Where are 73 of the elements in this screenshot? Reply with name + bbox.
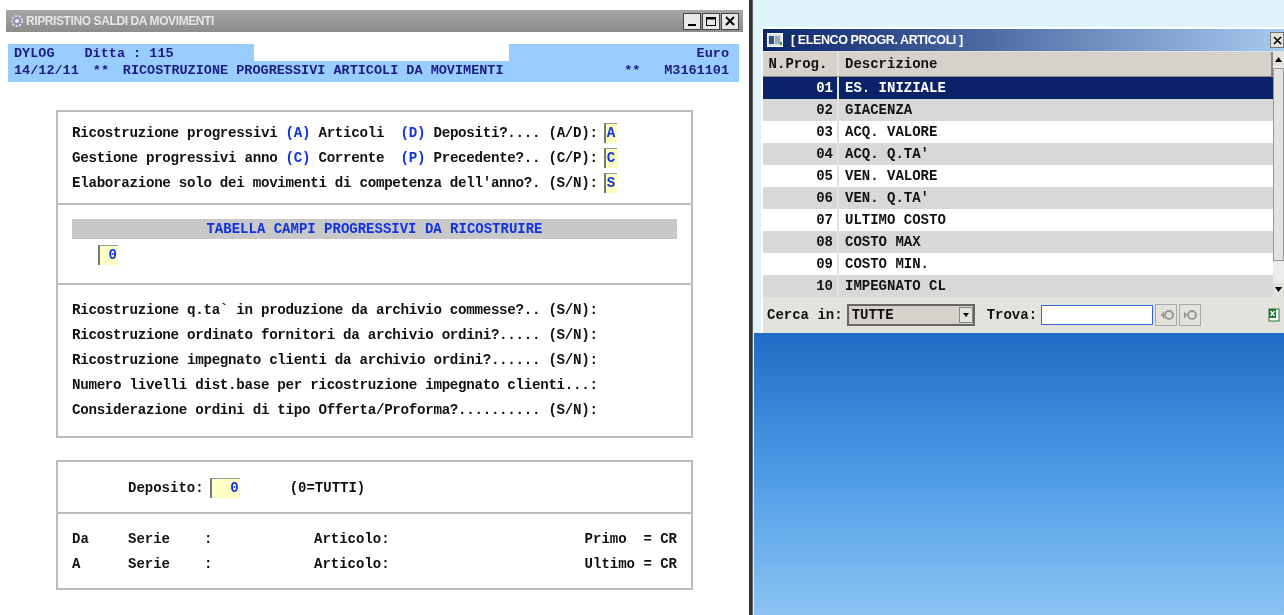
date-label: 14/12/11 xyxy=(14,63,79,78)
magnifier-icon xyxy=(1182,307,1198,323)
colon-label: : xyxy=(204,555,214,572)
table-cell-text: IMPEGNATO CL xyxy=(844,277,947,296)
shortcut-note: Ultimo = CR xyxy=(584,555,677,572)
table-row[interactable]: 04 ACQ. Q.TA' xyxy=(763,143,1273,165)
program-title: RICOSTRUZIONE PROGRESSIVI ARTICOLI DA MOVIMENTI xyxy=(122,63,505,78)
table-row[interactable]: 02 GIACENZA xyxy=(763,99,1273,121)
table-heading: TABELLA CAMPI PROGRESSIVI DA RICOSTRUIRE xyxy=(72,219,677,239)
question-label: Ricostruzione ordinato fornitori da archivio ordini?..... (S/N): xyxy=(72,325,599,345)
table-cell-text: COSTO MAX xyxy=(844,233,922,252)
option-label: Ricostruzione progressivi (A) Articoli (D) Depositi?.... (A/D): xyxy=(72,124,598,141)
series-label: Serie xyxy=(128,555,171,572)
dialog-title: [ ELENCO PROGR. ARTICOLI ] xyxy=(791,33,963,47)
maximize-button[interactable] xyxy=(702,12,720,30)
table-cell-text: ACQ. Q.TA' xyxy=(844,145,930,164)
close-icon xyxy=(725,16,735,26)
table-cell-text: ULTIMO COSTO xyxy=(844,211,947,230)
deposit-label: Deposito: xyxy=(128,480,204,496)
table-cell-text: COSTO MIN. xyxy=(844,255,930,274)
maximize-icon xyxy=(706,16,716,26)
table-row[interactable]: 10 IMPEGNATO CL xyxy=(763,275,1273,297)
hint-text: (0=TUTTI) xyxy=(289,480,366,496)
input-field[interactable]: 0 xyxy=(209,478,240,498)
option-label: Elaborazione solo dei movimenti di competenza dell'anno?. (S/N): xyxy=(72,174,598,191)
table-cell-text: ACQ. VALORE xyxy=(844,123,939,142)
table-row[interactable]: 06 VEN. Q.TA' xyxy=(763,187,1273,209)
article-label: Articolo: xyxy=(314,555,391,572)
company-label: DYLOG xyxy=(14,46,55,61)
window-title: RIPRISTINO SALDI DA MOVIMENTI xyxy=(26,14,214,28)
table-cell-text: ES. INIZIALE xyxy=(844,79,947,98)
spreadsheet-icon xyxy=(1268,307,1280,323)
question-label: Ricostruzione impegnato clienti da archivio ordini?...... (S/N): xyxy=(72,350,599,370)
shortcut-note: Primo = CR xyxy=(584,530,677,547)
table-cell: 10 xyxy=(763,275,839,297)
table-cell-text: VEN. VALORE xyxy=(844,167,939,186)
gear-icon xyxy=(10,14,24,28)
close-icon xyxy=(1271,34,1283,46)
input-field[interactable]: C xyxy=(603,147,617,168)
header-mark: ** xyxy=(92,63,110,78)
input-field[interactable]: 0 xyxy=(98,245,118,265)
article-label: Articolo: xyxy=(314,530,391,547)
close-button[interactable] xyxy=(721,12,739,30)
close-button[interactable] xyxy=(1270,32,1284,48)
question-label: Ricostruzione q.ta` in produzione da archivio commesse?.. (S/N): xyxy=(72,300,599,320)
table-row[interactable]: 01 ES. INIZIALE xyxy=(763,77,1273,99)
minimize-button[interactable] xyxy=(683,12,701,30)
search-in-label: Cerca in: xyxy=(767,307,843,323)
question-label: Considerazione ordini di tipo Offerta/Proforma?.......... (S/N): xyxy=(72,400,599,420)
minimize-icon xyxy=(688,23,696,26)
company-number: Ditta : 115 xyxy=(84,46,174,61)
range-label: Da xyxy=(72,530,90,547)
scrollbar[interactable] xyxy=(1273,52,1284,297)
range-label: A xyxy=(72,555,82,572)
search-field[interactable] xyxy=(1041,305,1154,325)
question-label: Numero livelli dist.base per ricostruzione impegnato clienti...: xyxy=(72,375,599,395)
input-field[interactable]: A xyxy=(603,122,617,143)
currency-label: Euro xyxy=(696,46,729,61)
header-mark: ** xyxy=(624,63,642,78)
table-cell-text: VEN. Q.TA' xyxy=(844,189,930,208)
program-code: M3161101 xyxy=(664,63,729,78)
scroll-thumb[interactable] xyxy=(1273,68,1284,261)
dropdown[interactable]: TUTTE xyxy=(846,304,975,326)
table-row[interactable]: 08 COSTO MAX xyxy=(763,231,1273,253)
magnifier-icon xyxy=(1158,307,1174,323)
find-label: Trova: xyxy=(986,307,1038,323)
export-button[interactable] xyxy=(1268,307,1280,323)
series-label: Serie xyxy=(128,530,171,547)
colon-label: : xyxy=(204,530,214,547)
window-icon xyxy=(767,33,783,47)
table-cell-text: GIACENZA xyxy=(844,101,914,120)
option-label: Gestione progressivi anno (C) Corrente (P) Precedente?.. (C/P): xyxy=(72,149,598,166)
input-field[interactable]: S xyxy=(603,172,617,193)
